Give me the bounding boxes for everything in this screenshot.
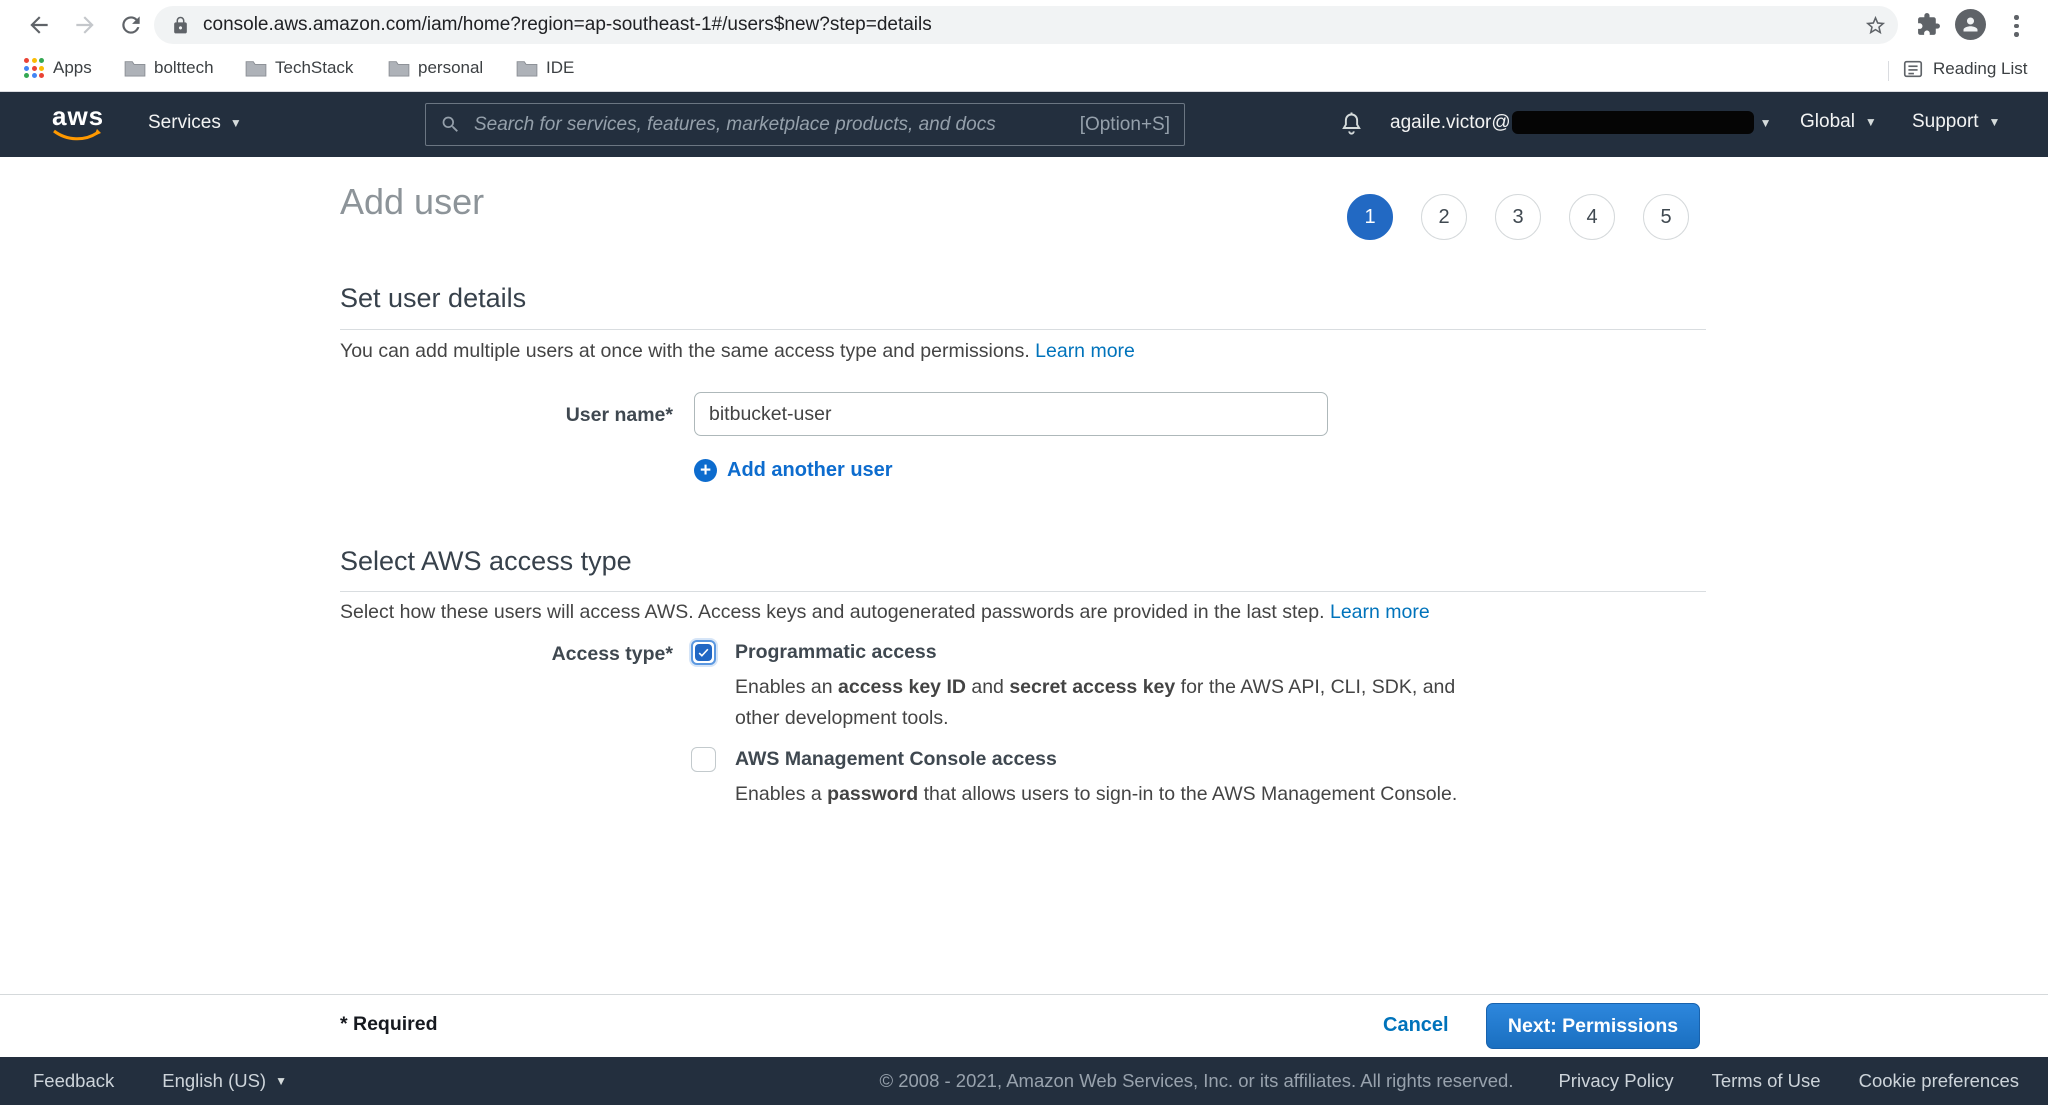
page-title: Add user [340, 181, 484, 223]
person-icon [1960, 14, 1981, 35]
screen: console.aws.amazon.com/iam/home?region=a… [0, 0, 2048, 1105]
reload-icon [118, 12, 144, 38]
caret-down-icon: ▼ [1989, 115, 2001, 129]
cancel-button[interactable]: Cancel [1383, 1014, 1449, 1037]
console-access-checkbox[interactable] [691, 747, 716, 772]
caret-down-icon: ▼ [1865, 115, 1877, 129]
url-text: console.aws.amazon.com/iam/home?region=a… [203, 14, 932, 36]
learn-more-link[interactable]: Learn more [1035, 340, 1135, 362]
region-menu[interactable]: Global ▼ [1800, 111, 1877, 133]
search-icon [440, 114, 461, 135]
username-input[interactable] [694, 392, 1328, 436]
section-divider [340, 329, 1706, 330]
account-menu[interactable]: agaile.victor@ ▼ [1390, 111, 1772, 134]
profile-avatar[interactable] [1955, 9, 1986, 40]
learn-more-link[interactable]: Learn more [1330, 601, 1430, 623]
apps-grid-icon [24, 58, 44, 78]
bookmark-folder-techstack[interactable]: TechStack [245, 58, 353, 78]
console-access-title[interactable]: AWS Management Console access [735, 748, 1057, 771]
back-button[interactable] [26, 12, 52, 38]
copyright-text: © 2008 - 2021, Amazon Web Services, Inc.… [879, 1070, 1513, 1092]
programmatic-access-title[interactable]: Programmatic access [735, 641, 937, 664]
reading-list-button[interactable]: Reading List [1902, 58, 2028, 80]
bookmark-star-icon[interactable] [1864, 14, 1887, 37]
notifications-bell-icon[interactable] [1338, 110, 1365, 137]
bookmark-folder-personal[interactable]: personal [388, 58, 483, 78]
step-2: 2 [1421, 194, 1467, 240]
address-bar[interactable]: console.aws.amazon.com/iam/home?region=a… [154, 6, 1898, 44]
folder-icon [124, 59, 146, 77]
plus-circle-icon: + [694, 459, 717, 482]
forward-arrow-icon [72, 12, 98, 38]
step-5: 5 [1643, 194, 1689, 240]
support-menu[interactable]: Support ▼ [1912, 111, 2000, 133]
section-heading-user-details: Set user details [340, 283, 526, 314]
add-another-user-button[interactable]: + Add another user [694, 459, 893, 482]
bookmarks-divider [1888, 61, 1889, 81]
browser-toolbar: console.aws.amazon.com/iam/home?region=a… [0, 0, 2048, 50]
step-3: 3 [1495, 194, 1541, 240]
actions-divider [0, 994, 2048, 995]
programmatic-access-description: Enables an access key ID and secret acce… [735, 672, 1495, 734]
section-heading-access-type: Select AWS access type [340, 546, 632, 577]
bookmarks-bar: Apps bolttech TechStack personal IDE Rea… [0, 50, 2048, 92]
lock-icon [171, 16, 190, 35]
reload-button[interactable] [118, 12, 144, 38]
step-1: 1 [1347, 194, 1393, 240]
aws-logo[interactable]: aws [52, 103, 104, 147]
site-footer: Feedback English (US) ▼ © 2008 - 2021, A… [0, 1057, 2048, 1105]
caret-down-icon: ▼ [1760, 116, 1772, 130]
language-selector[interactable]: English (US) ▼ [162, 1070, 287, 1092]
user-details-intro: You can add multiple users at once with … [340, 340, 1135, 363]
privacy-policy-link[interactable]: Privacy Policy [1558, 1070, 1673, 1092]
next-permissions-button[interactable]: Next: Permissions [1486, 1003, 1700, 1049]
aws-smile-icon [52, 129, 102, 142]
checkmark-icon [695, 644, 712, 661]
search-placeholder: Search for services, features, marketpla… [474, 114, 996, 136]
services-menu[interactable]: Services ▼ [148, 112, 242, 134]
redacted-account-info [1512, 111, 1754, 134]
terms-of-use-link[interactable]: Terms of Use [1712, 1070, 1821, 1092]
feedback-link[interactable]: Feedback [33, 1070, 114, 1092]
folder-icon [516, 59, 538, 77]
required-note: * Required [340, 1013, 438, 1036]
browser-menu-icon[interactable] [2012, 13, 2021, 39]
programmatic-access-checkbox[interactable] [691, 640, 716, 665]
nav-search-input[interactable]: Search for services, features, marketpla… [425, 103, 1185, 146]
search-shortcut: [Option+S] [1080, 114, 1170, 136]
cookie-preferences-link[interactable]: Cookie preferences [1859, 1070, 2019, 1092]
access-type-intro: Select how these users will access AWS. … [340, 601, 1430, 624]
caret-down-icon: ▼ [275, 1074, 287, 1088]
step-4: 4 [1569, 194, 1615, 240]
apps-button[interactable]: Apps [24, 58, 92, 78]
caret-down-icon: ▼ [230, 116, 242, 130]
bookmark-folder-ide[interactable]: IDE [516, 58, 574, 78]
step-indicator: 1 2 3 4 5 [1347, 194, 1689, 240]
folder-icon [388, 59, 410, 77]
folder-icon [245, 59, 267, 77]
apps-label: Apps [53, 58, 92, 78]
username-label: User name* [340, 404, 673, 427]
extensions-puzzle-icon[interactable] [1916, 12, 1941, 37]
access-type-label: Access type* [340, 643, 673, 666]
console-access-description: Enables a password that allows users to … [735, 779, 1635, 810]
aws-navbar: aws Services ▼ Search for services, feat… [0, 92, 2048, 157]
bookmark-folder-bolttech[interactable]: bolttech [124, 58, 214, 78]
back-arrow-icon [26, 12, 52, 38]
forward-button[interactable] [72, 12, 98, 38]
reading-list-icon [1902, 58, 1924, 80]
section-divider [340, 591, 1706, 592]
